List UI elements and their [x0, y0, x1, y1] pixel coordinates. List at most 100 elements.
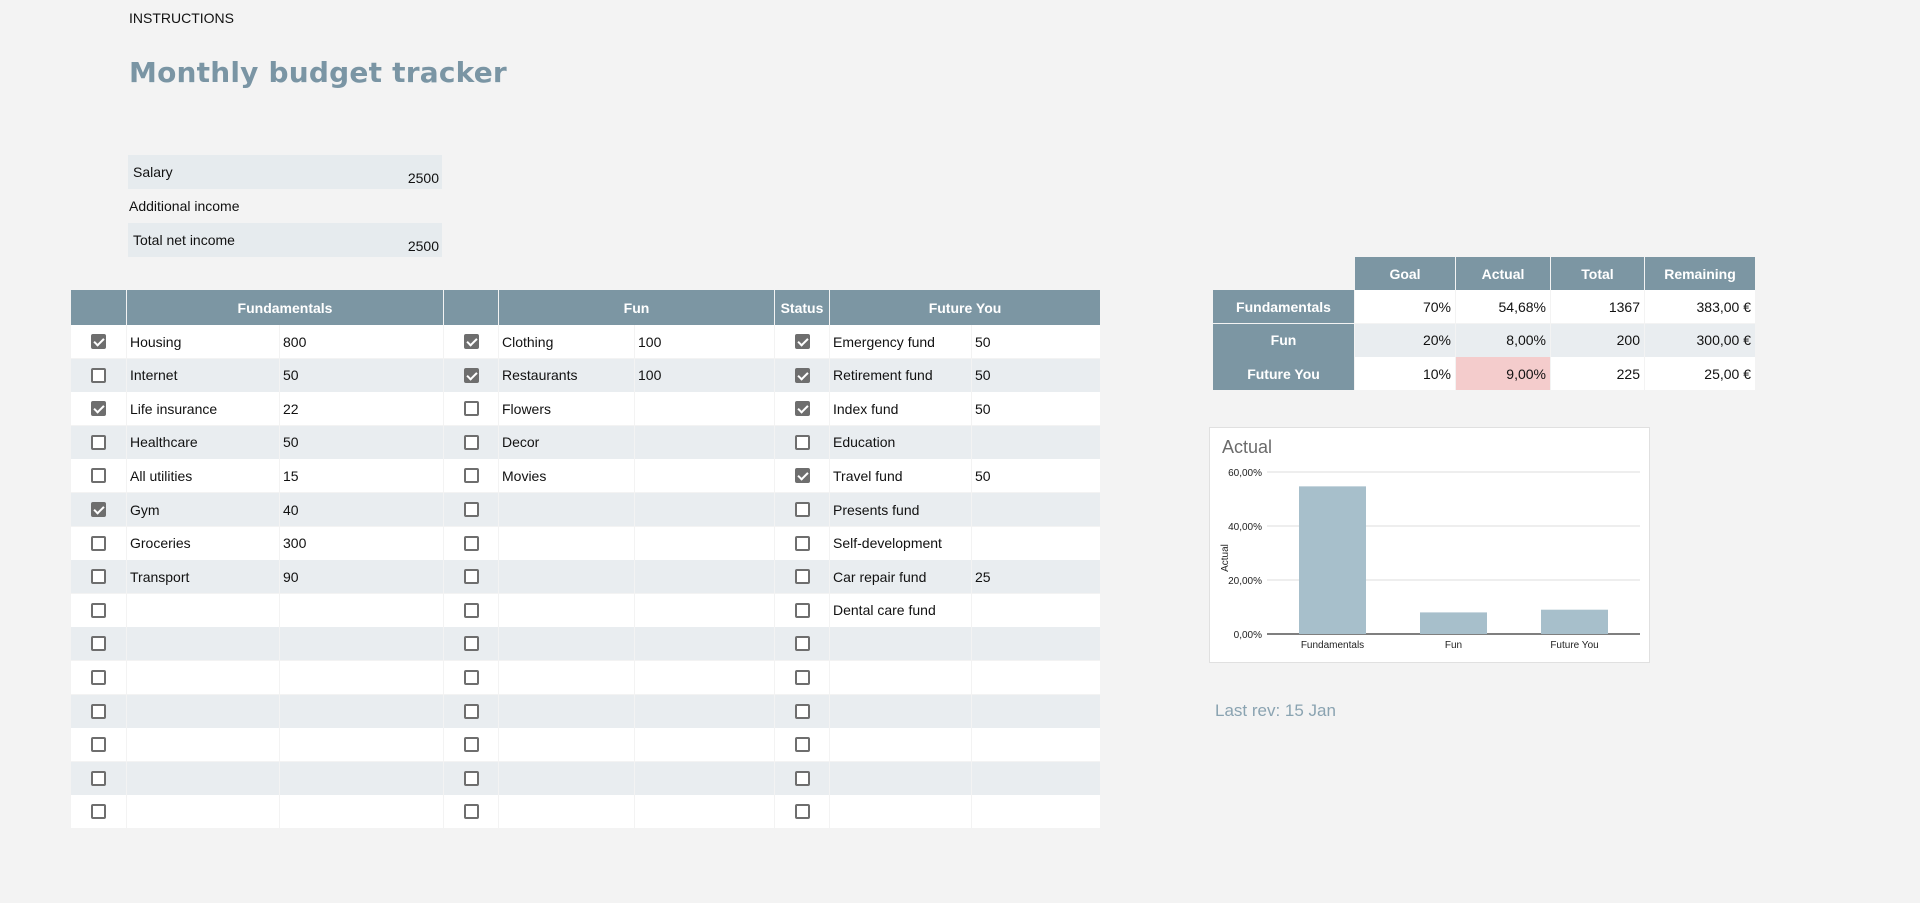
fun-checkbox[interactable] [463, 502, 479, 517]
fundamentals-checkbox[interactable] [91, 334, 106, 349]
chart-bar-fundamentals[interactable] [1299, 486, 1366, 634]
fun-item-amount[interactable] [634, 795, 774, 829]
fun-checkbox[interactable] [463, 602, 479, 618]
future-item-amount[interactable]: 50 [971, 459, 1100, 493]
future-item-amount[interactable] [971, 761, 1100, 795]
status-checkbox[interactable] [794, 401, 810, 417]
fundamentals-checkbox[interactable] [91, 468, 106, 484]
fun-item-amount[interactable] [634, 694, 774, 728]
income-value[interactable] [282, 189, 442, 223]
fundamentals-checkbox[interactable] [91, 804, 106, 820]
fundamentals-item-amount[interactable] [279, 661, 443, 694]
fundamentals-item-name[interactable] [126, 728, 279, 762]
future-item-name[interactable] [829, 761, 971, 795]
fundamentals-checkbox[interactable] [91, 636, 106, 652]
fundamentals-item-name[interactable]: Internet [126, 358, 279, 392]
fundamentals-item-name[interactable] [126, 694, 279, 728]
fun-checkbox[interactable] [463, 670, 479, 685]
future-item-amount[interactable] [971, 694, 1100, 728]
fundamentals-checkbox[interactable] [91, 670, 106, 685]
future-item-name[interactable] [829, 694, 971, 728]
fundamentals-item-name[interactable] [126, 761, 279, 795]
fun-item-amount[interactable]: 100 [634, 325, 774, 358]
fun-item-amount[interactable]: 100 [634, 358, 774, 392]
fun-checkbox[interactable] [463, 569, 479, 585]
status-checkbox[interactable] [794, 502, 810, 517]
fun-item-amount[interactable] [634, 560, 774, 594]
fundamentals-checkbox[interactable] [91, 401, 106, 417]
fun-item-name[interactable] [498, 694, 634, 728]
actual-chart[interactable]: Actual 0,00% 20,00% 40,00% 60,00% Fundamenta… [1209, 427, 1650, 663]
future-item-name[interactable]: Retirement fund [829, 358, 971, 392]
fun-item-name[interactable]: Movies [498, 459, 634, 493]
future-item-name[interactable]: Index fund [829, 392, 971, 426]
status-checkbox[interactable] [794, 703, 810, 719]
fun-item-name[interactable]: Flowers [498, 392, 634, 426]
fun-item-name[interactable] [498, 661, 634, 694]
fun-item-amount[interactable] [634, 526, 774, 560]
chart-bar-future-you[interactable] [1541, 609, 1608, 634]
future-item-amount[interactable] [971, 493, 1100, 526]
future-item-amount[interactable] [971, 526, 1100, 560]
future-item-name[interactable]: Car repair fund [829, 560, 971, 594]
fun-checkbox[interactable] [463, 434, 479, 450]
fun-checkbox[interactable] [463, 703, 479, 719]
fun-item-amount[interactable] [634, 728, 774, 762]
future-item-name[interactable]: Self-development [829, 526, 971, 560]
future-item-amount[interactable] [971, 627, 1100, 661]
fundamentals-item-name[interactable]: All utilities [126, 459, 279, 493]
fundamentals-item-amount[interactable] [279, 728, 443, 762]
fundamentals-checkbox[interactable] [91, 770, 106, 786]
future-item-name[interactable]: Emergency fund [829, 325, 971, 358]
fundamentals-item-amount[interactable]: 50 [279, 425, 443, 459]
fundamentals-item-amount[interactable]: 800 [279, 325, 443, 358]
fundamentals-checkbox[interactable] [91, 569, 106, 585]
future-item-amount[interactable]: 25 [971, 560, 1100, 594]
fundamentals-item-amount[interactable]: 40 [279, 493, 443, 526]
fun-checkbox[interactable] [463, 770, 479, 786]
fun-item-name[interactable] [498, 493, 634, 526]
fun-checkbox[interactable] [463, 334, 479, 349]
future-item-amount[interactable]: 50 [971, 325, 1100, 358]
fundamentals-item-name[interactable] [126, 627, 279, 661]
status-checkbox[interactable] [794, 770, 810, 786]
income-value[interactable]: 2500 [282, 155, 442, 189]
fun-item-amount[interactable] [634, 493, 774, 526]
fun-item-amount[interactable] [634, 761, 774, 795]
future-item-amount[interactable]: 50 [971, 392, 1100, 426]
instructions-link[interactable]: INSTRUCTIONS [129, 10, 234, 26]
future-item-amount[interactable] [971, 661, 1100, 694]
fun-item-amount[interactable] [634, 425, 774, 459]
future-item-amount[interactable] [971, 593, 1100, 627]
fundamentals-item-name[interactable]: Transport [126, 560, 279, 594]
status-checkbox[interactable] [794, 602, 810, 618]
status-checkbox[interactable] [794, 367, 810, 383]
future-item-name[interactable] [829, 795, 971, 829]
fundamentals-checkbox[interactable] [91, 502, 106, 517]
fun-item-amount[interactable] [634, 392, 774, 426]
status-checkbox[interactable] [794, 670, 810, 685]
fundamentals-item-name[interactable] [126, 661, 279, 694]
status-checkbox[interactable] [794, 737, 810, 753]
fundamentals-item-name[interactable]: Life insurance [126, 392, 279, 426]
fundamentals-item-amount[interactable]: 22 [279, 392, 443, 426]
fundamentals-item-amount[interactable] [279, 761, 443, 795]
future-item-amount[interactable] [971, 425, 1100, 459]
fun-item-name[interactable] [498, 593, 634, 627]
status-checkbox[interactable] [794, 569, 810, 585]
fun-item-amount[interactable] [634, 627, 774, 661]
fundamentals-item-name[interactable]: Housing [126, 325, 279, 358]
fundamentals-item-amount[interactable]: 300 [279, 526, 443, 560]
status-checkbox[interactable] [794, 804, 810, 820]
fundamentals-item-amount[interactable] [279, 694, 443, 728]
fun-item-amount[interactable] [634, 661, 774, 694]
fun-item-name[interactable] [498, 728, 634, 762]
status-checkbox[interactable] [794, 535, 810, 551]
future-item-amount[interactable] [971, 795, 1100, 829]
fundamentals-item-name[interactable]: Gym [126, 493, 279, 526]
future-item-name[interactable] [829, 627, 971, 661]
future-item-amount[interactable]: 50 [971, 358, 1100, 392]
fundamentals-item-name[interactable] [126, 593, 279, 627]
future-item-name[interactable] [829, 728, 971, 762]
fun-checkbox[interactable] [463, 636, 479, 652]
